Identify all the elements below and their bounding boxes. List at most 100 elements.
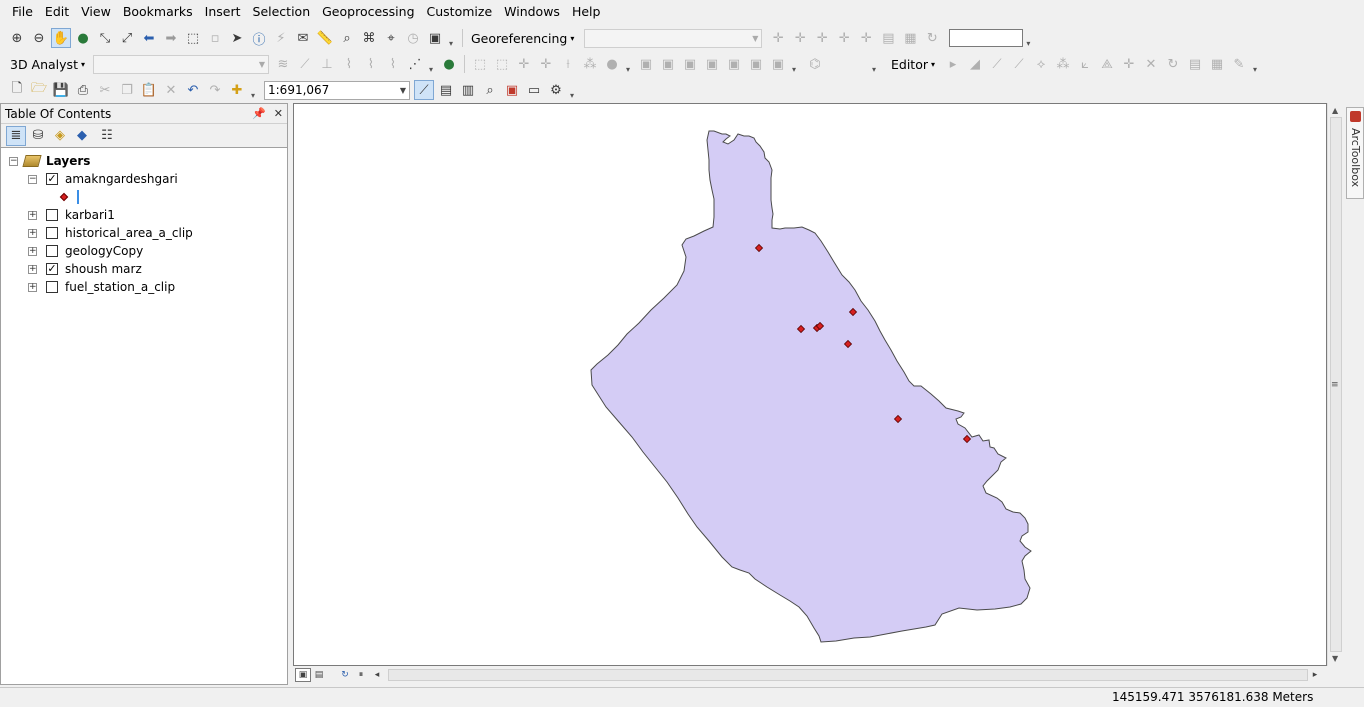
close-icon[interactable]: ✕: [274, 107, 283, 120]
new-document-icon[interactable]: 🗋: [7, 80, 27, 100]
cut-polygons-icon[interactable]: ⟁: [1097, 54, 1117, 74]
menu-view[interactable]: View: [75, 0, 117, 24]
georeferencing-menu[interactable]: Georeferencing ▾: [467, 31, 578, 46]
find-binoculars-icon[interactable]: ⌕: [337, 28, 357, 48]
layer-row[interactable]: − ✓ amakngardeshgari: [28, 170, 178, 188]
layer-visibility-checkbox[interactable]: [46, 281, 58, 293]
control-points-icon-4[interactable]: ✛: [834, 28, 854, 48]
menu-insert[interactable]: Insert: [199, 0, 247, 24]
python-window-icon[interactable]: ▭: [524, 80, 544, 100]
create-features-icon[interactable]: ✎: [1229, 54, 1249, 74]
map-scale-combo[interactable]: 1:691,067 ▼: [264, 80, 410, 100]
editor-toolbar-icon[interactable]: ⟋: [414, 80, 434, 100]
layer-name[interactable]: historical_area_a_clip: [65, 226, 193, 240]
layer-name[interactable]: amakngardeshgari: [65, 172, 178, 186]
zoom-in-icon[interactable]: ⊕: [7, 28, 27, 48]
layer-visibility-checkbox[interactable]: ✓: [46, 173, 58, 185]
topology-icon-6[interactable]: ⁂: [580, 54, 600, 74]
scroll-down-icon[interactable]: ▼: [1332, 654, 1338, 663]
table-of-contents-icon[interactable]: ▤: [436, 80, 456, 100]
topology-icon-2[interactable]: ⬚: [492, 54, 512, 74]
topology-icon-5[interactable]: ⟊: [558, 54, 578, 74]
print-icon[interactable]: ⎙: [73, 80, 93, 100]
list-by-visibility-icon[interactable]: ◈: [50, 126, 70, 146]
caret-down-icon[interactable]: ▾: [429, 54, 435, 74]
catalog-window-icon[interactable]: ▥: [458, 80, 478, 100]
menu-edit[interactable]: Edit: [39, 0, 75, 24]
toolbar-grip-icon[interactable]: ▾: [792, 54, 798, 74]
list-by-source-icon[interactable]: ⛁: [28, 126, 48, 146]
search-window-icon[interactable]: ⌕: [480, 80, 500, 100]
3d-analyst-menu[interactable]: 3D Analyst ▾: [6, 57, 89, 72]
toc-options-icon[interactable]: ☷: [97, 126, 117, 146]
topology-icon-7[interactable]: ●: [602, 54, 622, 74]
steepest-path-icon[interactable]: ⟋: [295, 54, 315, 74]
reshape-icon[interactable]: ⟀: [1075, 54, 1095, 74]
select-elements-arrow-icon[interactable]: ➤: [227, 28, 247, 48]
pin-icon[interactable]: 📌: [252, 107, 266, 120]
select-features-icon[interactable]: ⬚: [183, 28, 203, 48]
endpoint-arc-icon[interactable]: ⟋: [1009, 54, 1029, 74]
topology-icon-4[interactable]: ✛: [536, 54, 556, 74]
rotate-feature-icon[interactable]: ↻: [1163, 54, 1183, 74]
hyperlink-icon[interactable]: ⚡: [271, 28, 291, 48]
layer-visibility-checkbox[interactable]: ✓: [46, 263, 58, 275]
horizontal-scroll-thumb[interactable]: [388, 669, 1308, 681]
arcglobe-icon[interactable]: ●: [439, 54, 459, 74]
layer-row[interactable]: + historical_area_a_clip: [28, 224, 193, 242]
layer-row[interactable]: + fuel_station_a_clip: [28, 278, 175, 296]
toolbar-grip-icon[interactable]: ▾: [626, 54, 632, 74]
layer-visibility-checkbox[interactable]: [46, 245, 58, 257]
layer-visibility-checkbox[interactable]: [46, 227, 58, 239]
measure-icon[interactable]: 📏: [315, 28, 335, 48]
paste-icon[interactable]: 📋: [139, 80, 159, 100]
menu-windows[interactable]: Windows: [498, 0, 566, 24]
control-points-icon-2[interactable]: ✛: [790, 28, 810, 48]
straight-segment-icon[interactable]: ⟋: [987, 54, 1007, 74]
go-to-xy-icon[interactable]: ⌖: [381, 28, 401, 48]
open-folder-icon[interactable]: 🗁: [29, 80, 49, 100]
line-of-sight-icon[interactable]: ⊥: [317, 54, 337, 74]
arctoolbox-icon[interactable]: ▣: [502, 80, 522, 100]
advanced-edit-icon-1[interactable]: ▣: [636, 54, 656, 74]
html-popup-icon[interactable]: ✉: [293, 28, 313, 48]
model-builder-icon[interactable]: ⚙: [546, 80, 566, 100]
interpolate-point-icon[interactable]: ⌇: [361, 54, 381, 74]
split-icon[interactable]: ✛: [1119, 54, 1139, 74]
fixed-zoom-out-icon[interactable]: ⤢: [117, 28, 137, 48]
create-viewer-window-icon[interactable]: ▣: [425, 28, 445, 48]
menu-geoprocessing[interactable]: Geoprocessing: [316, 0, 420, 24]
back-arrow-icon[interactable]: ⬅: [139, 28, 159, 48]
pan-hand-icon[interactable]: ✋: [51, 28, 71, 48]
scroll-right-icon[interactable]: ▸: [1307, 668, 1323, 682]
delete-x-icon[interactable]: ✕: [161, 80, 181, 100]
attributes-icon[interactable]: ▤: [1185, 54, 1205, 74]
interpolate-polygon-icon[interactable]: ⌇: [383, 54, 403, 74]
interpolate-line-icon[interactable]: ⌇: [339, 54, 359, 74]
layer-name[interactable]: karbari1: [65, 208, 115, 222]
undo-icon[interactable]: ↶: [183, 80, 203, 100]
rotate-edit-icon[interactable]: ✕: [1141, 54, 1161, 74]
layer-visibility-checkbox[interactable]: [46, 209, 58, 221]
zoom-out-icon[interactable]: ⊖: [29, 28, 49, 48]
toolbar-grip-icon[interactable]: ▾: [449, 28, 455, 48]
scroll-left-icon[interactable]: ◂: [369, 668, 385, 682]
expand-icon[interactable]: +: [28, 282, 37, 292]
advanced-edit-icon-5[interactable]: ▣: [724, 54, 744, 74]
expand-icon[interactable]: +: [28, 246, 37, 256]
expand-icon[interactable]: +: [28, 210, 37, 220]
redo-icon[interactable]: ↷: [205, 80, 225, 100]
layer-name[interactable]: geologyCopy: [65, 244, 143, 258]
map-canvas[interactable]: [294, 104, 1326, 665]
expand-icon[interactable]: +: [28, 264, 37, 274]
control-points-icon-5[interactable]: ✛: [856, 28, 876, 48]
contour-icon[interactable]: ≋: [273, 54, 293, 74]
profile-graph-icon[interactable]: ⋰: [405, 54, 425, 74]
advanced-edit-icon-6[interactable]: ▣: [746, 54, 766, 74]
pause-drawing-icon[interactable]: ⏸: [353, 668, 369, 682]
arctoolbox-tab[interactable]: ArcToolbox: [1346, 107, 1364, 199]
sketch-properties-icon[interactable]: ▦: [1207, 54, 1227, 74]
rotate-angle-input[interactable]: [949, 29, 1024, 47]
shoush-marz-polygon[interactable]: [590, 130, 1032, 643]
add-data-icon[interactable]: ✚: [227, 80, 247, 100]
